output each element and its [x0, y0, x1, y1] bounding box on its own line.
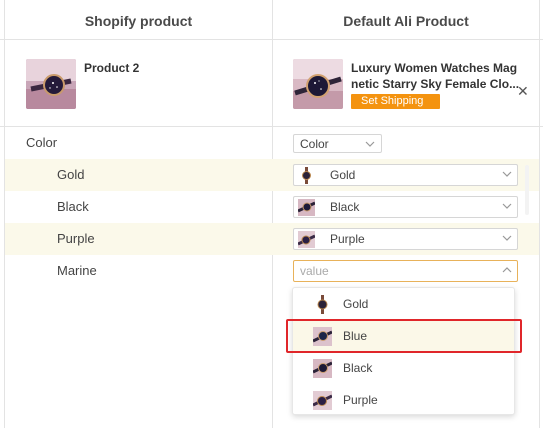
variant-select-value: Black — [330, 200, 360, 214]
variant-label: Black — [57, 199, 89, 214]
ali-title-line1: Luxury Women Watches Mag — [351, 61, 518, 75]
variant-select-value: Gold — [330, 168, 356, 182]
variant-select-black[interactable]: Black — [293, 196, 518, 218]
shopify-product-thumbnail — [26, 59, 76, 109]
watch-gold-thumbnail — [298, 167, 315, 184]
option-name-label: Color — [26, 135, 58, 150]
variant-select-marine[interactable]: value — [293, 260, 518, 282]
watch-gold-thumbnail — [313, 295, 332, 314]
dropdown-option-label: Gold — [343, 297, 369, 311]
option-select[interactable]: Color — [293, 134, 382, 153]
ali-product-title[interactable]: Luxury Women Watches Mag netic Starry Sk… — [351, 60, 521, 92]
shopify-product-title: Product 2 — [84, 61, 140, 75]
chevron-down-icon — [365, 141, 375, 147]
variant-row-black: Black Black — [5, 191, 539, 223]
ali-product-thumbnail — [293, 59, 343, 109]
chevron-down-icon — [502, 203, 512, 209]
dropdown-option-label: Black — [343, 361, 373, 375]
dropdown-option-gold[interactable]: Gold — [293, 288, 514, 320]
watch-purple-thumbnail — [313, 391, 332, 410]
variant-select-purple[interactable]: Purple — [293, 228, 518, 250]
chevron-down-icon — [502, 235, 512, 241]
variant-select-gold[interactable]: Gold — [293, 164, 518, 186]
variant-row-marine: Marine value — [5, 255, 539, 287]
variant-label: Gold — [57, 167, 85, 182]
variant-label: Marine — [57, 263, 97, 278]
dropdown-option-black[interactable]: Black — [293, 352, 514, 384]
variant-row-gold: Gold Gold — [5, 159, 539, 191]
variant-label: Purple — [57, 231, 95, 246]
variant-select-value: Purple — [330, 232, 365, 246]
highlight-box — [286, 319, 522, 353]
variant-row-purple: Purple Purple — [5, 223, 539, 255]
table-header: Shopify product Default Ali Product — [0, 0, 543, 40]
ali-title-line2: netic Starry Sky Female Clo... — [351, 77, 520, 91]
close-icon[interactable]: ✕ — [517, 83, 529, 100]
watch-black-thumbnail — [313, 359, 332, 378]
chevron-down-icon — [502, 171, 512, 177]
set-shipping-button[interactable]: Set Shipping — [351, 94, 440, 109]
dropdown-option-label: Purple — [343, 393, 378, 407]
option-row-color: Color Color — [5, 127, 539, 159]
scrollbar[interactable] — [525, 165, 529, 215]
ali-product-header: Default Ali Product — [343, 13, 469, 29]
watch-black-thumbnail — [298, 199, 315, 216]
option-select-value: Color — [300, 137, 329, 151]
watch-purple-thumbnail — [298, 231, 315, 248]
dropdown-option-purple[interactable]: Purple — [293, 384, 514, 416]
chevron-up-icon — [502, 267, 512, 273]
shopify-product-header: Shopify product — [84, 13, 193, 29]
variant-select-placeholder: value — [300, 264, 329, 278]
product-row: Product 2 Luxury Women Watches Mag netic… — [0, 40, 543, 127]
